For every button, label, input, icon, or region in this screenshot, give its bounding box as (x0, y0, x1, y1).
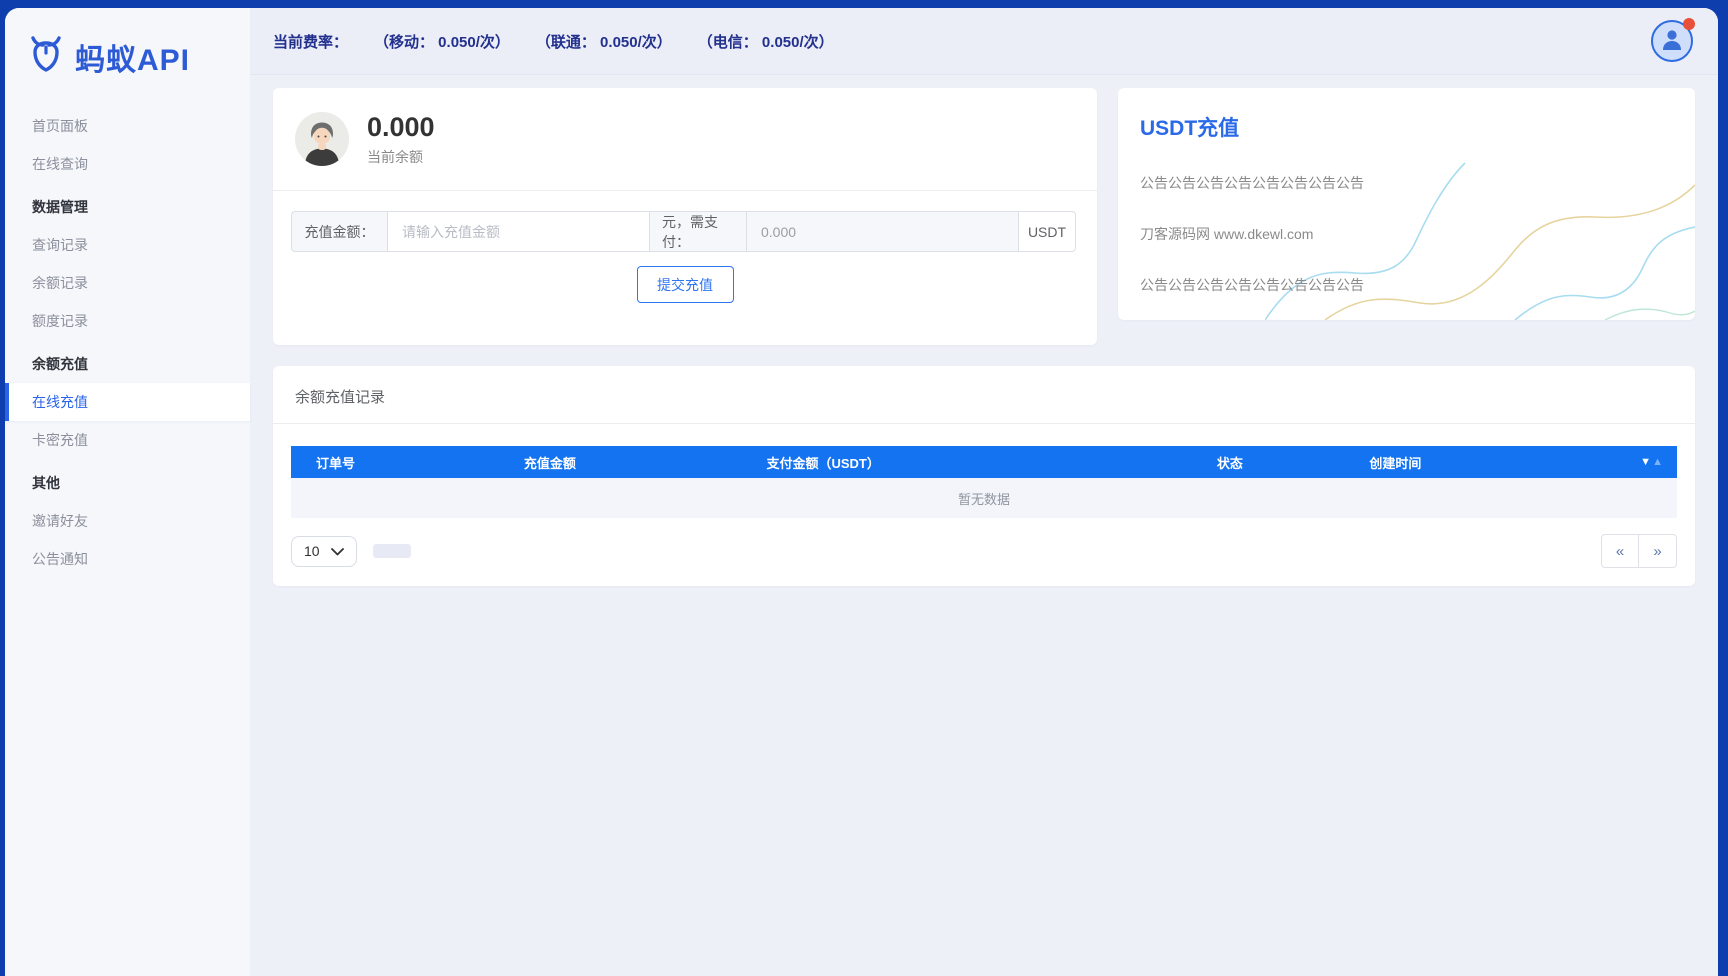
rate-mobile: （移动： 0.050/次） (374, 33, 510, 51)
sidebar-item-announcements[interactable]: 公告通知 (5, 540, 250, 578)
profile-avatar (295, 112, 349, 166)
user-icon (1659, 26, 1685, 57)
column-created-at: 创建时间 (1369, 455, 1422, 471)
rate-telecom: （电信： 0.050/次） (697, 33, 834, 51)
records-title: 余额充值记录 (295, 389, 386, 406)
balance-text-block: 0.000 当前余额 (367, 111, 435, 167)
balance-label: 当前余额 (367, 149, 423, 166)
current-rates: 当前费率： （移动： 0.050/次） （联通： 0.050/次） （电信： 0… (273, 31, 834, 52)
card-divider (273, 190, 1097, 191)
page-size-select[interactable]: 10 (291, 535, 357, 567)
table-header-row: 订单号 充值金额 支付金额（USDT） 状态 创建时间 ▼ ▲ (291, 446, 1677, 478)
pay-amount-value: 0.000 (747, 211, 1019, 252)
usdt-title: USDT充值 (1140, 117, 1240, 140)
submit-recharge-button[interactable]: 提交充值 (636, 266, 734, 303)
usdt-notice-line: 刀客源码网 www.dkewl.com (1140, 226, 1314, 242)
pay-label: 元，需支付： (650, 211, 747, 252)
column-order-id: 订单号 (316, 455, 356, 471)
empty-text: 暂无数据 (957, 491, 1010, 507)
records-divider (273, 423, 1695, 424)
logo-text: 蚂蚁API (75, 43, 191, 77)
amount-input[interactable] (388, 212, 649, 251)
main-area: 当前费率： （移动： 0.050/次） （联通： 0.050/次） （电信： 0… (250, 8, 1718, 976)
sidebar-item-query-records[interactable]: 查询记录 (5, 226, 250, 264)
sidebar-section-other: 其他 (32, 475, 60, 491)
sidebar-item-invite-friends[interactable]: 邀请好友 (5, 502, 250, 540)
currency-addon: USDT (1019, 211, 1076, 252)
page-size-value: 10 (304, 543, 320, 559)
notification-dot (1683, 18, 1695, 30)
balance-amount: 0.000 (367, 111, 435, 142)
sidebar-section-data-management: 数据管理 (32, 199, 88, 215)
table-empty-state: 暂无数据 (291, 478, 1677, 518)
usdt-notice-line: 公告公告公告公告公告公告公告公告 (1140, 277, 1364, 293)
page-content: 0.000 当前余额 充值金额： 元，需支付： 0.000 USDT (250, 75, 1718, 976)
balance-recharge-card: 0.000 当前余额 充值金额： 元，需支付： 0.000 USDT (273, 88, 1097, 345)
sidebar-item-online-recharge[interactable]: 在线充值 (5, 383, 250, 421)
sidebar-item-dashboard[interactable]: 首页面板 (5, 107, 250, 145)
rate-label: 当前费率： (273, 33, 349, 51)
records-table: 订单号 充值金额 支付金额（USDT） 状态 创建时间 ▼ ▲ 暂无数据 (291, 446, 1677, 518)
ant-logo-icon (25, 34, 67, 79)
app-window: 蚂蚁API 首页面板 在线查询 数据管理 查询记录 余额记录 额度记录 余额充值… (5, 8, 1718, 976)
usdt-notice-line: 公告公告公告公告公告公告公告公告 (1140, 175, 1364, 191)
recharge-records-card: 余额充值记录 订单号 充值金额 支付金额（USDT） 状态 创建时间 ▼ ▲ 暂… (273, 366, 1695, 586)
table-sort-filter-icon[interactable]: ▼ ▲ (1608, 456, 1677, 468)
pagination: 10 « » (291, 534, 1677, 568)
pagination-info-pill (373, 544, 411, 558)
chevron-down-icon (331, 543, 344, 559)
logo[interactable]: 蚂蚁API (5, 8, 250, 103)
column-recharge-amount: 充值金额 (523, 455, 576, 471)
sort-asc-icon: ▲ (1652, 456, 1663, 468)
usdt-notice-card: USDT充值 公告公告公告公告公告公告公告公告 刀客源码网 www.dkewl.… (1118, 88, 1695, 320)
sort-desc-icon: ▼ (1640, 456, 1652, 468)
submit-row: 提交充值 (273, 266, 1097, 303)
user-menu (1651, 18, 1695, 62)
rate-unicom: （联通： 0.050/次） (535, 33, 672, 51)
amount-input-wrap (388, 211, 650, 252)
amount-label: 充值金额： (291, 211, 388, 252)
topbar: 当前费率： （移动： 0.050/次） （联通： 0.050/次） （电信： 0… (250, 8, 1718, 75)
prev-page-button[interactable]: « (1601, 534, 1639, 568)
next-page-button[interactable]: » (1639, 534, 1677, 568)
sidebar-menu: 首页面板 在线查询 数据管理 查询记录 余额记录 额度记录 余额充值 在线充值 … (5, 107, 250, 578)
recharge-form: 充值金额： 元，需支付： 0.000 USDT (291, 211, 1079, 252)
balance-summary: 0.000 当前余额 (273, 88, 1097, 190)
column-pay-amount: 支付金额（USDT） (766, 455, 880, 471)
sidebar-item-online-query[interactable]: 在线查询 (5, 145, 250, 183)
column-status: 状态 (1216, 455, 1243, 471)
sidebar-item-balance-records[interactable]: 余额记录 (5, 264, 250, 302)
sidebar: 蚂蚁API 首页面板 在线查询 数据管理 查询记录 余额记录 额度记录 余额充值… (5, 8, 250, 976)
sidebar-section-balance-recharge: 余额充值 (32, 356, 88, 372)
pager-buttons: « » (1601, 534, 1677, 568)
sidebar-item-card-recharge[interactable]: 卡密充值 (5, 421, 250, 459)
sidebar-item-quota-records[interactable]: 额度记录 (5, 302, 250, 340)
